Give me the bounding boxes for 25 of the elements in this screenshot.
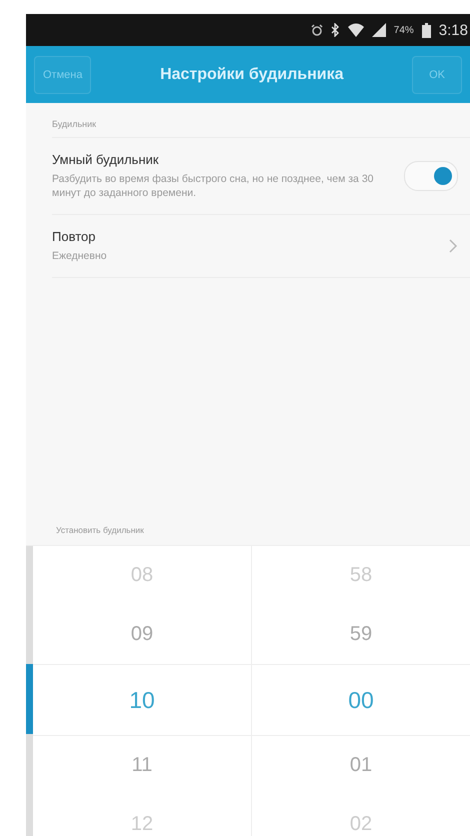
picker-label: Установить будильник (55, 525, 145, 537)
screen-title: Настройки будильника (160, 66, 344, 84)
setting-description: Ежедневно (52, 249, 108, 263)
battery-percentage: 74% (394, 24, 414, 36)
toggle-switch[interactable] (404, 161, 458, 191)
ok-button[interactable]: OK (412, 56, 462, 94)
picker-value[interactable]: 59 (252, 605, 470, 664)
picker-value[interactable]: 09 (33, 605, 251, 664)
cancel-button[interactable]: Отмена (34, 56, 92, 94)
battery-icon (422, 22, 431, 38)
alarm-clock-icon (310, 24, 323, 36)
setting-title: Умный будильник (52, 152, 160, 167)
signal-icon (372, 23, 386, 37)
picker-value[interactable]: 11 (33, 736, 251, 795)
wifi-icon (348, 23, 364, 37)
picker-value[interactable]: 01 (252, 736, 470, 795)
setting-description: Разбудить во время фазы быстрого сна, но не позднее, чем за 30 минут до заданного времени. (52, 172, 374, 200)
bluetooth-icon (330, 23, 340, 37)
chevron-right-icon (448, 238, 458, 254)
selection-indicator (26, 664, 33, 734)
picker-value[interactable]: 00 (252, 664, 470, 736)
picker-value[interactable]: 10 (33, 664, 251, 736)
setting-title: Повтор (52, 229, 96, 244)
section-label: Будильник (51, 118, 98, 131)
clock-time: 3:18 (438, 22, 468, 38)
